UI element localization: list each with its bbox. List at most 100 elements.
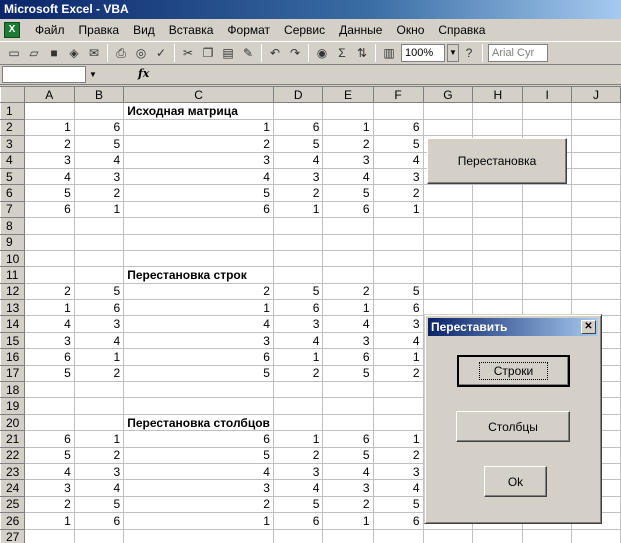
cell[interactable]: 6 xyxy=(23,430,75,448)
cell[interactable] xyxy=(472,217,524,235)
cell[interactable]: 2 xyxy=(73,184,125,202)
cell[interactable] xyxy=(422,249,474,268)
cell[interactable] xyxy=(522,233,572,251)
cell[interactable]: 3 xyxy=(322,151,374,169)
cell[interactable]: 2 xyxy=(322,282,374,301)
cell[interactable]: 2 xyxy=(372,446,424,464)
cell[interactable] xyxy=(472,184,524,202)
cell[interactable]: 1 xyxy=(23,299,75,317)
cell[interactable]: 1 xyxy=(123,299,274,317)
cell[interactable]: 6 xyxy=(372,299,424,317)
cell[interactable] xyxy=(472,233,524,251)
cell[interactable] xyxy=(123,381,274,399)
cell[interactable] xyxy=(322,249,374,268)
cell[interactable] xyxy=(73,102,125,120)
email-icon[interactable]: ✉ xyxy=(84,44,104,62)
cell[interactable] xyxy=(422,217,474,235)
row-header[interactable]: 22 xyxy=(0,446,25,464)
cell[interactable] xyxy=(123,217,274,235)
zoom-box[interactable]: 100% xyxy=(401,44,445,62)
print-icon[interactable]: ⎙ xyxy=(111,44,131,62)
column-header[interactable]: E xyxy=(322,86,374,104)
column-header[interactable]: F xyxy=(372,86,424,104)
cell[interactable] xyxy=(73,249,125,268)
cell[interactable]: 1 xyxy=(372,200,424,219)
cell[interactable] xyxy=(570,184,621,202)
cell[interactable]: 5 xyxy=(272,135,324,153)
cell[interactable] xyxy=(322,102,374,120)
cell[interactable] xyxy=(570,102,621,120)
cell[interactable]: 4 xyxy=(322,315,374,333)
cell[interactable]: 5 xyxy=(372,495,424,514)
cell[interactable] xyxy=(123,249,274,268)
cell[interactable]: 5 xyxy=(372,282,424,301)
row-header[interactable]: 3 xyxy=(0,135,25,153)
cell[interactable] xyxy=(272,217,324,235)
cell[interactable]: 1 xyxy=(73,348,125,366)
row-header[interactable]: 1 xyxy=(0,102,25,120)
cell[interactable]: 1 xyxy=(272,430,324,448)
cell[interactable]: 4 xyxy=(272,331,324,350)
row-header[interactable]: 25 xyxy=(0,495,25,514)
cell[interactable]: 2 xyxy=(272,364,324,383)
cell[interactable]: 4 xyxy=(123,315,274,333)
cell[interactable] xyxy=(422,266,474,284)
cell[interactable] xyxy=(272,266,324,284)
cell[interactable]: 5 xyxy=(73,495,125,514)
cell[interactable] xyxy=(422,200,474,219)
cell[interactable] xyxy=(472,200,524,219)
cell[interactable]: 5 xyxy=(372,135,424,153)
cell[interactable] xyxy=(23,413,75,432)
cell[interactable]: 1 xyxy=(123,512,274,530)
row-header[interactable]: 16 xyxy=(0,348,25,366)
cell[interactable]: 2 xyxy=(322,135,374,153)
cell[interactable]: 1 xyxy=(123,118,274,137)
cell[interactable] xyxy=(73,397,125,415)
row-header[interactable]: 9 xyxy=(0,233,25,251)
cell[interactable]: 4 xyxy=(23,462,75,481)
cell[interactable] xyxy=(422,528,474,543)
cell[interactable]: 5 xyxy=(322,364,374,383)
cell[interactable]: 4 xyxy=(372,151,424,169)
cell[interactable] xyxy=(472,528,524,543)
row-header[interactable]: 21 xyxy=(0,430,25,448)
cell[interactable]: 6 xyxy=(272,299,324,317)
cell[interactable]: 4 xyxy=(272,151,324,169)
autosum-icon[interactable]: Σ xyxy=(332,44,352,62)
cell[interactable]: 5 xyxy=(322,446,374,464)
cell[interactable]: 1 xyxy=(372,430,424,448)
cell[interactable] xyxy=(372,528,424,543)
cell[interactable]: 4 xyxy=(23,315,75,333)
cell[interactable]: 2 xyxy=(23,135,75,153)
redo-icon[interactable]: ↷ xyxy=(285,44,305,62)
menu-data[interactable]: Данные xyxy=(332,23,389,37)
cell[interactable]: 6 xyxy=(123,200,274,219)
cell[interactable] xyxy=(272,233,324,251)
row-header[interactable]: 17 xyxy=(0,364,25,383)
cell[interactable]: 6 xyxy=(272,512,324,530)
row-header[interactable]: 19 xyxy=(0,397,25,415)
cell[interactable] xyxy=(472,266,524,284)
cell[interactable] xyxy=(322,266,374,284)
cell[interactable]: 2 xyxy=(272,446,324,464)
cell[interactable] xyxy=(372,102,424,120)
cell[interactable] xyxy=(272,528,324,543)
row-header[interactable]: 8 xyxy=(0,217,25,235)
permission-icon[interactable]: ◈ xyxy=(64,44,84,62)
cell[interactable]: 3 xyxy=(23,151,75,169)
cell[interactable] xyxy=(570,167,621,186)
cell[interactable]: 4 xyxy=(123,167,274,186)
cell[interactable]: 3 xyxy=(372,462,424,481)
column-header[interactable]: H xyxy=(472,86,524,104)
row-header[interactable]: 13 xyxy=(0,299,25,317)
name-box[interactable] xyxy=(2,66,86,83)
cell[interactable] xyxy=(322,381,374,399)
row-header[interactable]: 14 xyxy=(0,315,25,333)
cell[interactable]: 6 xyxy=(73,299,125,317)
cell[interactable] xyxy=(123,233,274,251)
cell[interactable]: 3 xyxy=(372,167,424,186)
cell[interactable]: 6 xyxy=(123,430,274,448)
row-header[interactable]: 12 xyxy=(0,282,25,301)
cell[interactable]: 4 xyxy=(73,331,125,350)
cell[interactable] xyxy=(73,381,125,399)
